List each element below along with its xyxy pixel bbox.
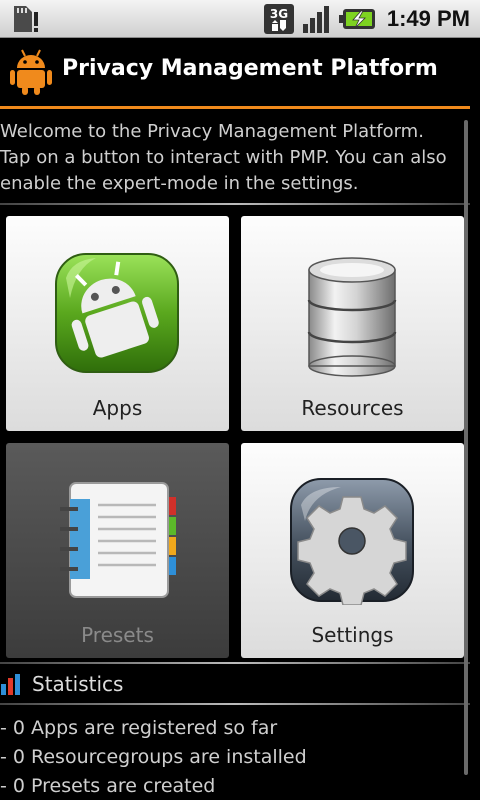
welcome-line: Welcome to the Privacy Management Platfo… — [0, 121, 424, 142]
presets-button[interactable]: Presets — [6, 443, 229, 658]
tile-label: Presets — [81, 623, 154, 647]
scrollbar[interactable] — [464, 120, 468, 775]
tile-label: Settings — [311, 623, 394, 647]
clock: 1:49 PM — [386, 6, 470, 31]
page-title: Privacy Management Platform — [62, 56, 438, 81]
signal-strength-icon — [302, 6, 329, 33]
title-bar: Privacy Management Platform — [0, 38, 480, 106]
settings-button[interactable]: Settings — [241, 443, 464, 658]
divider — [0, 662, 470, 664]
statistics-list: - 0 Apps are registered so far - 0 Resou… — [0, 714, 307, 800]
gear-icon — [290, 478, 414, 605]
divider — [0, 703, 470, 705]
android-logo-icon — [10, 49, 52, 95]
welcome-line: Tap on a button to interact with PMP. Yo… — [0, 147, 447, 168]
tile-label: Resources — [301, 396, 404, 420]
welcome-text: Welcome to the Privacy Management Platfo… — [0, 119, 466, 197]
bar-chart-icon — [1, 674, 20, 695]
android-apps-icon — [55, 253, 179, 373]
statistics-title: Statistics — [32, 672, 124, 696]
svg-text:3G: 3G — [270, 7, 288, 21]
tile-label: Apps — [92, 396, 143, 420]
welcome-line: enable the expert-mode in the settings. — [0, 173, 359, 194]
battery-charging-icon — [338, 9, 375, 29]
resources-button[interactable]: Resources — [241, 216, 464, 431]
list-item: - 0 Presets are created — [0, 775, 216, 797]
sd-card-icon — [14, 6, 38, 32]
list-item: - 0 Resourcegroups are installed — [0, 746, 307, 768]
database-icon — [307, 257, 397, 377]
list-item: - 0 Apps are registered so far — [0, 717, 278, 739]
network-3g-icon: 3G — [263, 4, 294, 34]
status-bar: 3G 1:49 PM — [0, 0, 480, 38]
title-divider — [0, 106, 470, 109]
statistics-header: Statistics — [0, 668, 123, 700]
notebook-icon — [60, 482, 176, 598]
divider — [0, 203, 470, 205]
apps-button[interactable]: Apps — [6, 216, 229, 431]
